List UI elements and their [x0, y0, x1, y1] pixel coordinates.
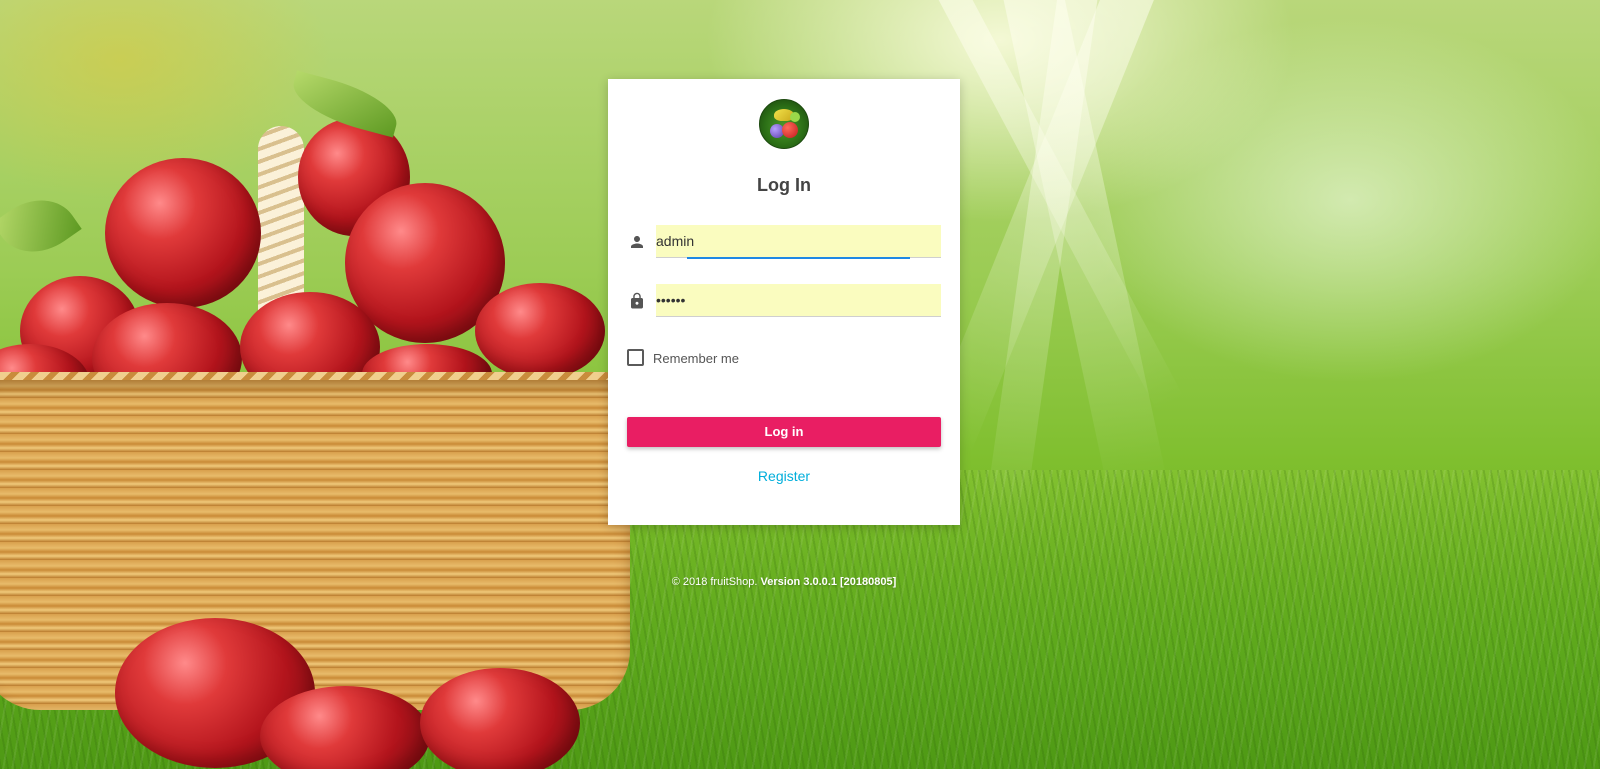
footer: © 2018 fruitShop. Version 3.0.0.1 [20180…	[608, 576, 960, 588]
username-input[interactable]: admin	[656, 225, 941, 258]
app-logo	[759, 99, 809, 149]
basket	[0, 380, 630, 710]
footer-version: Version 3.0.0.1 [20180805]	[760, 576, 897, 588]
password-input[interactable]: ••••••	[656, 284, 941, 317]
remember-me-label: Remember me	[653, 351, 739, 366]
register-link[interactable]: Register	[608, 468, 960, 484]
focus-underline	[687, 257, 910, 259]
footer-copyright: © 2018 fruitShop.	[671, 576, 758, 588]
login-card: Log In admin •••••• Remember me Log in R…	[608, 79, 960, 525]
password-field-row: ••••••	[628, 284, 941, 318]
lock-icon	[628, 292, 646, 310]
remember-me-checkbox[interactable]	[627, 349, 644, 366]
page-title: Log In	[757, 175, 811, 195]
username-field-row: admin	[628, 225, 941, 259]
login-button[interactable]: Log in	[627, 417, 941, 447]
person-icon	[628, 233, 646, 251]
